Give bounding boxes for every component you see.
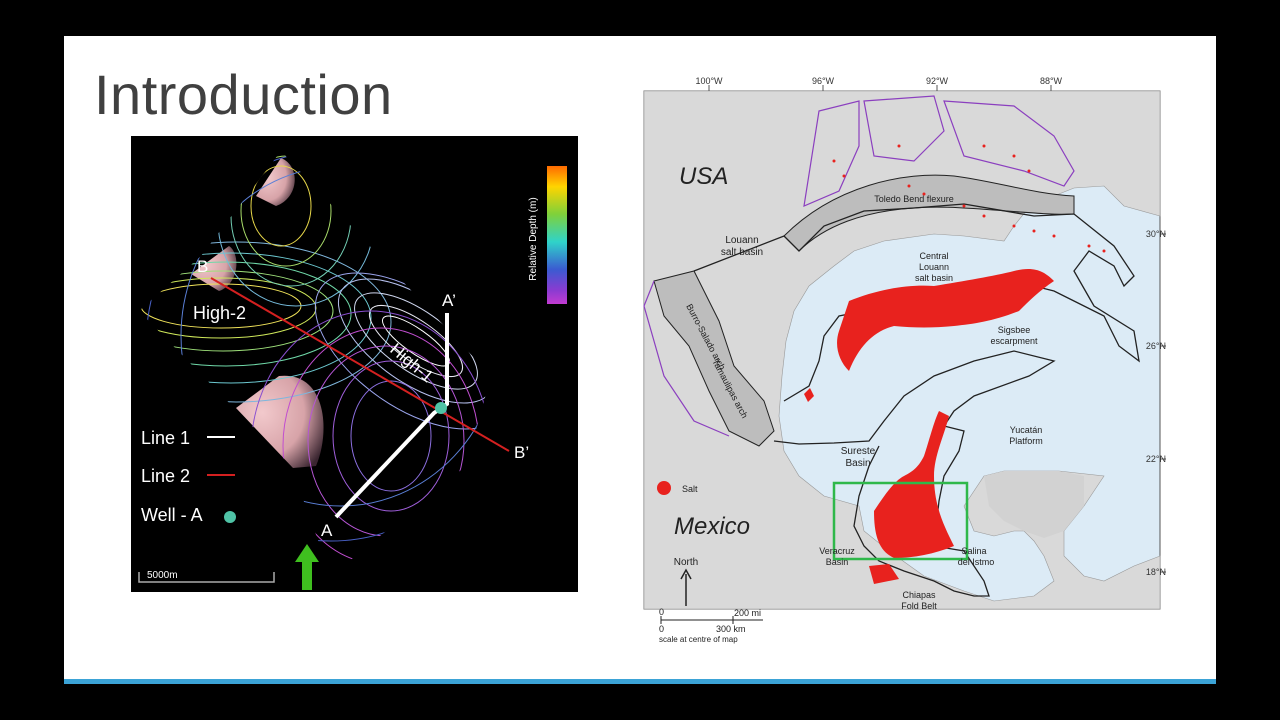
lat-label-26n: 26°N — [1146, 341, 1166, 351]
label-sureste-2: Basin — [845, 458, 870, 469]
legend-line2-label: Line 2 — [141, 466, 190, 486]
label-central-3: salt basin — [915, 273, 953, 283]
lat-label-30n: 30°N — [1146, 229, 1166, 239]
label-b: B — [197, 257, 208, 276]
label-a: A — [321, 521, 333, 540]
lat-label-18n: 18°N — [1146, 567, 1166, 577]
label-salina-1: Salina — [961, 546, 986, 556]
slide: Introduction Relative Depth (m) B High-2… — [64, 36, 1216, 684]
label-louann-2: salt basin — [721, 247, 763, 258]
lon-label-100w: 100°W — [695, 76, 723, 86]
label-veracruz-2: Basin — [826, 557, 849, 567]
label-yucatan-1: Yucatán — [1010, 425, 1043, 435]
label-a-prime: A’ — [442, 291, 456, 310]
label-sureste-1: Sureste — [841, 446, 876, 457]
scale-zero-top: 0 — [659, 607, 664, 617]
north-label: North — [674, 557, 698, 568]
colorbar — [547, 166, 567, 304]
label-veracruz-1: Veracruz — [819, 546, 855, 556]
country-label-mexico: Mexico — [674, 513, 750, 540]
label-louann-1: Louann — [725, 235, 758, 246]
label-central-1: Central — [919, 251, 948, 261]
label-toledo-bend: Toledo Bend flexure — [874, 194, 954, 204]
contour-map-figure: Relative Depth (m) B High-2 High-1 A’ B’… — [131, 136, 578, 592]
scale-km: 300 km — [716, 624, 746, 634]
lon-label-96w: 96°W — [812, 76, 835, 86]
gulf-salt-map-svg: 100°W 96°W 92°W 88°W 30°N 26°N 22°N 18°N… — [643, 76, 1166, 644]
scale-zero-bottom: 0 — [659, 624, 664, 634]
label-high-2: High-2 — [193, 303, 246, 323]
label-sigsbee-2: escarpment — [990, 336, 1038, 346]
gulf-salt-map-figure: 100°W 96°W 92°W 88°W 30°N 26°N 22°N 18°N… — [634, 76, 1174, 646]
label-b-prime: B’ — [514, 443, 529, 462]
label-chiapas-1: Chiapas — [902, 590, 936, 600]
lat-label-22n: 22°N — [1146, 454, 1166, 464]
north-arrow-icon — [295, 544, 319, 590]
slide-title: Introduction — [94, 63, 393, 126]
legend-well-swatch — [224, 511, 236, 523]
country-label-usa: USA — [679, 163, 728, 190]
bottom-accent-bar — [64, 679, 1216, 684]
high-area-top — [256, 158, 295, 206]
legend-well-label: Well - A — [141, 505, 203, 525]
label-salina-2: del Istmo — [958, 557, 995, 567]
label-chiapas-2: Fold Belt — [901, 601, 937, 611]
scale-note: scale at centre of map — [659, 635, 738, 644]
lon-label-92w: 92°W — [926, 76, 949, 86]
label-sigsbee-1: Sigsbee — [998, 325, 1031, 335]
lon-label-88w: 88°W — [1040, 76, 1063, 86]
legend-line1-label: Line 1 — [141, 428, 190, 448]
scale-miles: 200 mi — [734, 608, 761, 618]
colorbar-label: Relative Depth (m) — [528, 197, 539, 280]
contour-map-svg: Relative Depth (m) B High-2 High-1 A’ B’… — [138, 151, 567, 590]
label-central-2: Louann — [919, 262, 949, 272]
scale-bar-label: 5000m — [147, 570, 178, 581]
label-yucatan-2: Platform — [1009, 436, 1043, 446]
well-a-marker — [435, 402, 447, 414]
legend-salt-label: Salt — [682, 484, 698, 494]
high-area-lower — [236, 375, 324, 468]
